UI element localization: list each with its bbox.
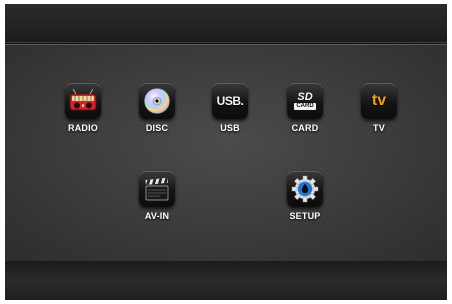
av-in-app-button[interactable]: AV-IN: [129, 171, 185, 233]
disc-icon: [139, 83, 175, 119]
tv-label: TV: [373, 123, 385, 133]
tv-app-button[interactable]: tv TV: [351, 83, 407, 145]
setup-label: SETUP: [289, 211, 321, 221]
radio-icon: [65, 83, 101, 119]
disc-app-button[interactable]: DISC: [129, 83, 185, 145]
radio-label: RADIO: [68, 123, 98, 133]
bottom-bar: [5, 262, 447, 300]
card-app-button[interactable]: SD CARD CARD: [277, 83, 333, 145]
disc-label: DISC: [145, 123, 169, 133]
radio-app-button[interactable]: RADIO: [55, 83, 111, 145]
card-label: CARD: [291, 123, 319, 133]
sd-card-icon: SD CARD: [287, 83, 323, 119]
av-in-label: AV-IN: [144, 211, 170, 221]
usb-app-button[interactable]: USB. USB: [202, 83, 258, 145]
main-menu-panel: RADIO DISC USB. USB SD CARD CARD tv TV A…: [5, 44, 447, 262]
gear-icon: [287, 171, 323, 207]
usb-icon: USB.: [212, 83, 248, 119]
tv-badge: tv: [371, 92, 387, 109]
top-bar: [5, 4, 447, 43]
sd-badge: SD: [297, 91, 313, 103]
tv-icon: tv: [361, 83, 397, 119]
clapperboard-icon: [139, 171, 175, 207]
setup-app-button[interactable]: SETUP: [277, 171, 333, 233]
usb-label: USB: [220, 123, 240, 133]
screen: RADIO DISC USB. USB SD CARD CARD tv TV A…: [5, 4, 447, 300]
sd-card-badge: CARD: [294, 103, 316, 110]
usb-badge: USB.: [216, 94, 244, 108]
